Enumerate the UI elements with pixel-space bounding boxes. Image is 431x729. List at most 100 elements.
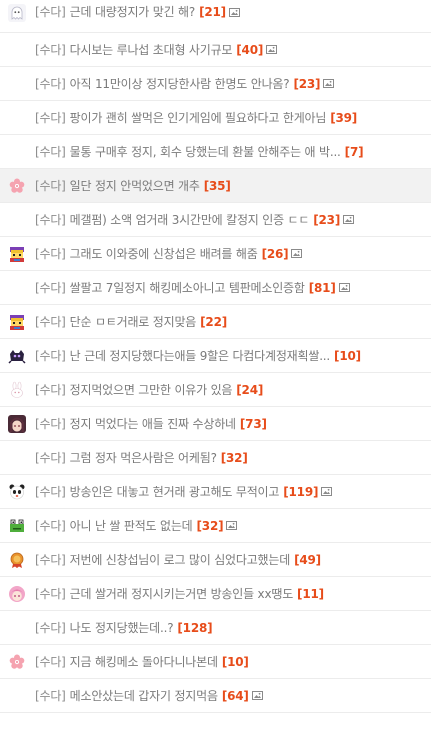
comment-count[interactable]: [11] — [297, 587, 324, 601]
comment-count[interactable]: [10] — [222, 655, 249, 669]
post-category: [수다] — [35, 178, 66, 193]
comment-count[interactable]: [64] — [222, 689, 249, 703]
post-row[interactable]: [수다] 메갤펌) 소액 엄거래 3시간만에 칼정지 인증 ㄷㄷ [23] — [0, 203, 431, 237]
post-title-link[interactable]: 난 근데 정지당했다는애들 9할은 다컴다계정재획쌀... — [70, 349, 330, 363]
post-row[interactable]: [수다] 그래도 이와중에 신창섭은 배려를 해줌 [26] — [0, 237, 431, 271]
comment-count[interactable]: [73] — [240, 417, 267, 431]
post-line: [수다] 방송인은 대놓고 현거래 광고해도 무적이고 [119] — [35, 475, 419, 508]
post-line: [수다] 메소안샀는데 갑자기 정지먹음 [64] — [35, 679, 419, 712]
post-row[interactable]: [수다] 근데 쌀거래 정지시키는거면 방송인들 xx땡도 [11] — [0, 577, 431, 611]
post-category: [수다] — [35, 144, 66, 159]
post-title-link[interactable]: 팡이가 괜히 쌀먹은 인기게임에 필요하다고 한게아님 — [70, 111, 327, 125]
post-line: [수다] 나도 정지당했는데..? [128] — [35, 611, 419, 644]
post-line: [수다] 근데 쌀거래 정지시키는거면 방송인들 xx땡도 [11] — [35, 577, 419, 610]
post-row[interactable]: [수다] 정지 먹었다는 애들 진짜 수상하네 [73] — [0, 407, 431, 441]
comment-count[interactable]: [128] — [177, 621, 212, 635]
image-attachment-icon — [323, 79, 335, 88]
post-line: [수다] 단순 ㅁㅌ거래로 정지맞음 [22] — [35, 305, 419, 338]
post-category: [수다] — [35, 654, 66, 669]
flower-avatar-icon — [8, 177, 26, 195]
comment-count[interactable]: [7] — [345, 145, 364, 159]
post-category: [수다] — [35, 246, 66, 261]
post-title-link[interactable]: 지금 해킹메소 돌아다니나본데 — [70, 655, 218, 669]
post-category: [수다] — [35, 382, 66, 397]
post-title-link[interactable]: 저번에 신창섭님이 로그 많이 심었다고했는데 — [70, 553, 290, 567]
post-row[interactable]: [수다] 쌀팔고 7일정지 해킹메소아니고 템판메소인증함 [81] — [0, 271, 431, 305]
post-title-link[interactable]: 방송인은 대놓고 현거래 광고해도 무적이고 — [70, 485, 280, 499]
post-title-link[interactable]: 아직 11만이상 정지당한사람 한명도 안나옴? — [70, 77, 290, 91]
post-title-link[interactable]: 메갤펌) 소액 엄거래 3시간만에 칼정지 인증 ㄷㄷ — [70, 213, 310, 227]
post-title-link[interactable]: 아니 난 쌀 판적도 없는데 — [70, 519, 193, 533]
post-row[interactable]: [수다] 아니 난 쌀 판적도 없는데 [32] — [0, 509, 431, 543]
post-row[interactable]: [수다] 나도 정지당했는데..? [128] — [0, 611, 431, 645]
post-row[interactable]: [수다] 방송인은 대놓고 현거래 광고해도 무적이고 [119] — [0, 475, 431, 509]
image-attachment-icon — [266, 45, 278, 54]
post-line: [수다] 아직 11만이상 정지당한사람 한명도 안나옴? [23] — [35, 67, 419, 100]
post-row[interactable]: [수다] 아직 11만이상 정지당한사람 한명도 안나옴? [23] — [0, 67, 431, 101]
post-row[interactable]: [수다] 메소안샀는데 갑자기 정지먹음 [64] — [0, 679, 431, 713]
comment-count[interactable]: [119] — [283, 485, 318, 499]
post-title-link[interactable]: 근데 쌀거래 정지시키는거면 방송인들 xx땡도 — [70, 587, 293, 601]
dark-creature-avatar-icon — [8, 347, 26, 365]
post-title-link[interactable]: 정지먹었으면 그만한 이유가 있음 — [70, 383, 233, 397]
comment-count[interactable]: [39] — [330, 111, 357, 125]
post-row[interactable]: [수다] 일단 정지 안먹었으면 개추 [35] — [0, 169, 431, 203]
comment-count[interactable]: [22] — [200, 315, 227, 329]
post-title-link[interactable]: 메소안샀는데 갑자기 정지먹음 — [70, 689, 218, 703]
post-line: [수다] 메갤펌) 소액 엄거래 3시간만에 칼정지 인증 ㄷㄷ [23] — [35, 203, 419, 236]
post-row[interactable]: [수다] 그럼 정자 먹은사람은 어케됨? [32] — [0, 441, 431, 475]
post-row[interactable]: [수다] 단순 ㅁㅌ거래로 정지맞음 [22] — [0, 305, 431, 339]
post-title-link[interactable]: 단순 ㅁㅌ거래로 정지맞음 — [70, 315, 196, 329]
post-category: [수다] — [35, 5, 66, 19]
comment-count[interactable]: [32] — [221, 451, 248, 465]
image-attachment-icon — [343, 215, 355, 224]
medal-avatar-icon — [8, 551, 26, 569]
image-attachment-icon — [226, 521, 238, 530]
post-row[interactable]: [수다] 다시보는 루나섭 초대형 사기규모 [40] — [0, 33, 431, 67]
comment-count[interactable]: [40] — [236, 43, 263, 57]
post-title-link[interactable]: 그래도 이와중에 신창섭은 배려를 해줌 — [70, 247, 258, 261]
comment-count[interactable]: [32] — [197, 519, 224, 533]
post-line: [수다] 그래도 이와중에 신창섭은 배려를 해줌 [26] — [35, 237, 419, 270]
comment-count[interactable]: [49] — [294, 553, 321, 567]
comment-count[interactable]: [23] — [293, 77, 320, 91]
comment-count[interactable]: [10] — [334, 349, 361, 363]
comment-count[interactable]: [35] — [204, 179, 231, 193]
post-line: [수다] 근데 대량정지가 맞긴 해? [21] — [35, 0, 419, 28]
panda-avatar-icon — [8, 483, 26, 501]
post-title-link[interactable]: 다시보는 루나섭 초대형 사기규모 — [70, 43, 233, 57]
post-line: [수다] 정지 먹었다는 애들 진짜 수상하네 [73] — [35, 407, 419, 440]
post-category: [수다] — [35, 552, 66, 567]
post-list: [수다] 근데 대량정지가 맞긴 해? [21] [수다] 다시보는 루나섭 초대형 사… — [0, 0, 431, 713]
post-row[interactable]: [수다] 근데 대량정지가 맞긴 해? [21] — [0, 0, 431, 33]
post-row[interactable]: [수다] 저번에 신창섭님이 로그 많이 심었다고했는데 [49] — [0, 543, 431, 577]
post-title-link[interactable]: 나도 정지당했는데..? — [70, 621, 174, 635]
post-category: [수다] — [35, 484, 66, 499]
comment-count[interactable]: [26] — [262, 247, 289, 261]
comment-count[interactable]: [24] — [236, 383, 263, 397]
post-row[interactable]: [수다] 정지먹었으면 그만한 이유가 있음 [24] — [0, 373, 431, 407]
anime-girl-avatar-icon — [8, 415, 26, 433]
post-line: [수다] 정지먹었으면 그만한 이유가 있음 [24] — [35, 373, 419, 406]
comment-count[interactable]: [23] — [313, 213, 340, 227]
post-category: [수다] — [35, 450, 66, 465]
comment-count[interactable]: [21] — [199, 5, 226, 19]
post-title-link[interactable]: 쌀팔고 7일정지 해킹메소아니고 템판메소인증함 — [70, 281, 305, 295]
post-title-link[interactable]: 근데 대량정지가 맞긴 해? — [70, 5, 195, 19]
post-category: [수다] — [35, 518, 66, 533]
post-line: [수다] 아니 난 쌀 판적도 없는데 [32] — [35, 509, 419, 542]
post-row[interactable]: [수다] 팡이가 괜히 쌀먹은 인기게임에 필요하다고 한게아님 [39] — [0, 101, 431, 135]
post-title-link[interactable]: 그럼 정자 먹은사람은 어케됨? — [70, 451, 217, 465]
post-title-link[interactable]: 물통 구매후 정지, 회수 당했는데 환불 안해주는 애 박... — [70, 145, 341, 159]
pixel-character-avatar-icon — [8, 313, 26, 331]
post-row[interactable]: [수다] 지금 해킹메소 돌아다니나본데 [10] — [0, 645, 431, 679]
post-line: [수다] 저번에 신창섭님이 로그 많이 심었다고했는데 [49] — [35, 543, 419, 576]
post-line: [수다] 팡이가 괜히 쌀먹은 인기게임에 필요하다고 한게아님 [39] — [35, 101, 419, 134]
post-title-link[interactable]: 일단 정지 안먹었으면 개추 — [70, 179, 200, 193]
ghost-avatar-icon — [8, 4, 26, 22]
post-row[interactable]: [수다] 물통 구매후 정지, 회수 당했는데 환불 안해주는 애 박... [7] — [0, 135, 431, 169]
post-line: [수다] 다시보는 루나섭 초대형 사기규모 [40] — [35, 33, 419, 66]
post-title-link[interactable]: 정지 먹었다는 애들 진짜 수상하네 — [70, 417, 236, 431]
comment-count[interactable]: [81] — [309, 281, 336, 295]
post-row[interactable]: [수다] 난 근데 정지당했다는애들 9할은 다컴다계정재획쌀... [10] — [0, 339, 431, 373]
